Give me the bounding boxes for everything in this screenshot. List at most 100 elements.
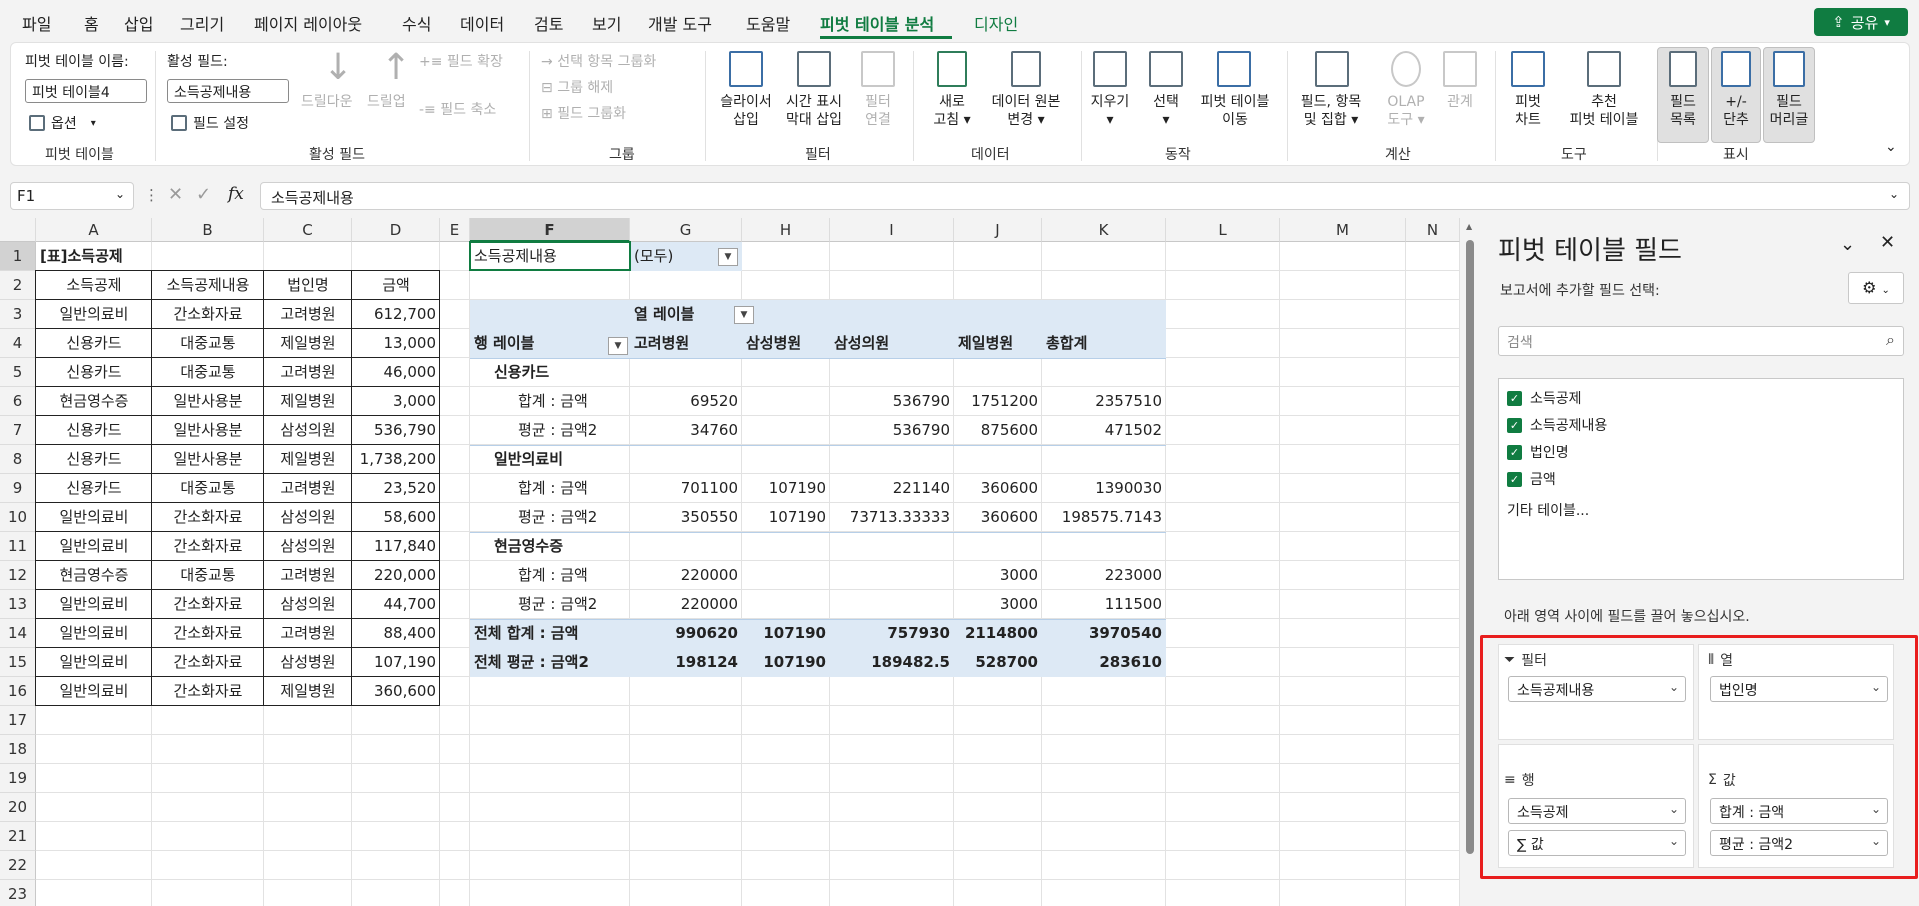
table-cell[interactable]: 현금영수증: [36, 387, 152, 416]
table-cell[interactable]: 제일병원: [264, 445, 352, 474]
search-input[interactable]: 검색 ⌕: [1498, 326, 1904, 356]
column-header[interactable]: E: [440, 218, 470, 242]
pivot-value[interactable]: 220000: [630, 561, 742, 590]
table-cell[interactable]: 삼성의원: [264, 416, 352, 445]
relations-button[interactable]: 관계: [1439, 93, 1481, 111]
table-cell[interactable]: 23,520: [352, 474, 440, 503]
table-cell[interactable]: 612,700: [352, 300, 440, 329]
select-button[interactable]: 선택 ▾: [1141, 93, 1191, 129]
olap-button[interactable]: OLAP 도구 ▾: [1379, 93, 1433, 129]
table-header[interactable]: 소득공제내용: [152, 271, 264, 300]
menu-home[interactable]: 홈: [84, 11, 99, 35]
column-header[interactable]: N: [1406, 218, 1460, 242]
pivot-value[interactable]: 360600: [954, 503, 1042, 532]
pivot-value[interactable]: [742, 387, 830, 416]
pivot-total-value[interactable]: 3970540: [1042, 619, 1166, 648]
field-item[interactable]: ✓ 소득공제: [1507, 387, 1582, 409]
share-button[interactable]: ⇪ 공유 ▾: [1814, 8, 1908, 36]
column-header[interactable]: K: [1042, 218, 1166, 242]
active-field-input[interactable]: 소득공제내용: [167, 79, 289, 103]
pivot-value[interactable]: 2357510: [1042, 387, 1166, 416]
menu-developer[interactable]: 개발 도구: [648, 11, 712, 35]
column-header[interactable]: G: [630, 218, 742, 242]
table-cell[interactable]: 간소화자료: [152, 677, 264, 706]
field-collapse-button[interactable]: -≡ 필드 축소: [419, 99, 496, 119]
table-header[interactable]: 금액: [352, 271, 440, 300]
field-expand-button[interactable]: +≡ 필드 확장: [419, 51, 503, 71]
table-cell[interactable]: 3,000: [352, 387, 440, 416]
options-button[interactable]: 옵션 ▾: [29, 113, 96, 133]
pivot-value[interactable]: 107190: [742, 503, 830, 532]
pivot-value[interactable]: 3000: [954, 590, 1042, 619]
table-header[interactable]: 법인명: [264, 271, 352, 300]
pivot-row-label[interactable]: 평균 : 금액2: [470, 590, 630, 619]
table-header[interactable]: 소득공제: [36, 271, 152, 300]
pivot-total-value[interactable]: 189482.5: [830, 648, 954, 677]
column-header[interactable]: D: [352, 218, 440, 242]
filter-connections-button[interactable]: 필터 연결: [859, 93, 897, 129]
table-cell[interactable]: 대중교통: [152, 561, 264, 590]
pivot-value[interactable]: 34760: [630, 416, 742, 445]
pivot-value[interactable]: [830, 590, 954, 619]
pivot-row-label[interactable]: 평균 : 금액2: [470, 503, 630, 532]
menu-review[interactable]: 검토: [534, 11, 563, 35]
table-cell[interactable]: 신용카드: [36, 445, 152, 474]
group-field-button[interactable]: ⊞ 필드 그룹화: [541, 103, 626, 123]
column-header[interactable]: B: [152, 218, 264, 242]
row-header[interactable]: 6: [0, 387, 36, 416]
table-cell[interactable]: 제일병원: [264, 329, 352, 358]
pivot-value[interactable]: 350550: [630, 503, 742, 532]
scroll-up-icon[interactable]: ▲: [1466, 222, 1472, 231]
table-cell[interactable]: 간소화자료: [152, 590, 264, 619]
table-cell[interactable]: 제일병원: [264, 387, 352, 416]
row-header[interactable]: 19: [0, 764, 36, 793]
pivot-total-value[interactable]: 2114800: [954, 619, 1042, 648]
other-tables-link[interactable]: 기타 테이블...: [1507, 499, 1589, 521]
table-cell[interactable]: 삼성의원: [264, 503, 352, 532]
pivot-value[interactable]: 107190: [742, 474, 830, 503]
name-box[interactable]: F1 ⌄: [10, 182, 134, 210]
table-cell[interactable]: 고려병원: [264, 300, 352, 329]
pivot-value[interactable]: 701100: [630, 474, 742, 503]
column-header[interactable]: C: [264, 218, 352, 242]
pivot-value[interactable]: 536790: [830, 416, 954, 445]
field-item[interactable]: ✓ 소득공제내용: [1507, 414, 1607, 436]
pivot-value[interactable]: 198575.7143: [1042, 503, 1166, 532]
column-header[interactable]: F: [470, 218, 630, 242]
chevron-down-icon[interactable]: ⌄: [1840, 234, 1855, 255]
table-cell[interactable]: 제일병원: [264, 677, 352, 706]
table-cell[interactable]: 일반의료비: [36, 677, 152, 706]
pivot-value[interactable]: 3000: [954, 561, 1042, 590]
pt-name-input[interactable]: 피벗 테이블4: [25, 79, 147, 103]
table-cell[interactable]: 일반의료비: [36, 532, 152, 561]
checkbox-icon[interactable]: ✓: [1507, 417, 1522, 433]
row-header[interactable]: 14: [0, 619, 36, 648]
pivot-total-label[interactable]: 전체 평균 : 금액2: [470, 648, 630, 677]
scroll-thumb[interactable]: [1466, 240, 1474, 854]
pivot-value[interactable]: 1751200: [954, 387, 1042, 416]
table-cell[interactable]: 일반사용분: [152, 387, 264, 416]
slicer-button[interactable]: 슬라이서 삽입: [717, 93, 775, 129]
pivot-value[interactable]: 223000: [1042, 561, 1166, 590]
clear-button[interactable]: 지우기 ▾: [1083, 93, 1137, 129]
table-cell[interactable]: 간소화자료: [152, 300, 264, 329]
pivot-group-label[interactable]: 현금영수증: [470, 532, 630, 561]
close-icon[interactable]: ✕: [1880, 232, 1895, 253]
column-filter-dropdown-icon[interactable]: ▼: [734, 306, 754, 324]
drillup-button[interactable]: 드릴업: [367, 91, 406, 111]
confirm-icon[interactable]: ✓: [196, 184, 211, 205]
row-header[interactable]: 11: [0, 532, 36, 561]
pivot-row-label[interactable]: 합계 : 금액: [470, 387, 630, 416]
table-cell[interactable]: 88,400: [352, 619, 440, 648]
recommended-pivot-button[interactable]: 추천 피벗 테이블: [1557, 93, 1651, 129]
table-cell[interactable]: 일반의료비: [36, 503, 152, 532]
pivot-value[interactable]: 111500: [1042, 590, 1166, 619]
pivot-group-label[interactable]: 신용카드: [470, 358, 630, 387]
menu-page-layout[interactable]: 페이지 레이아웃: [254, 11, 362, 35]
field-settings-button[interactable]: 필드 설정: [171, 113, 249, 133]
table-cell[interactable]: 고려병원: [264, 358, 352, 387]
pivot-value[interactable]: 536790: [830, 387, 954, 416]
drilldown-button[interactable]: 드릴다운: [301, 91, 353, 111]
menu-draw[interactable]: 그리기: [180, 11, 224, 35]
row-header[interactable]: 12: [0, 561, 36, 590]
